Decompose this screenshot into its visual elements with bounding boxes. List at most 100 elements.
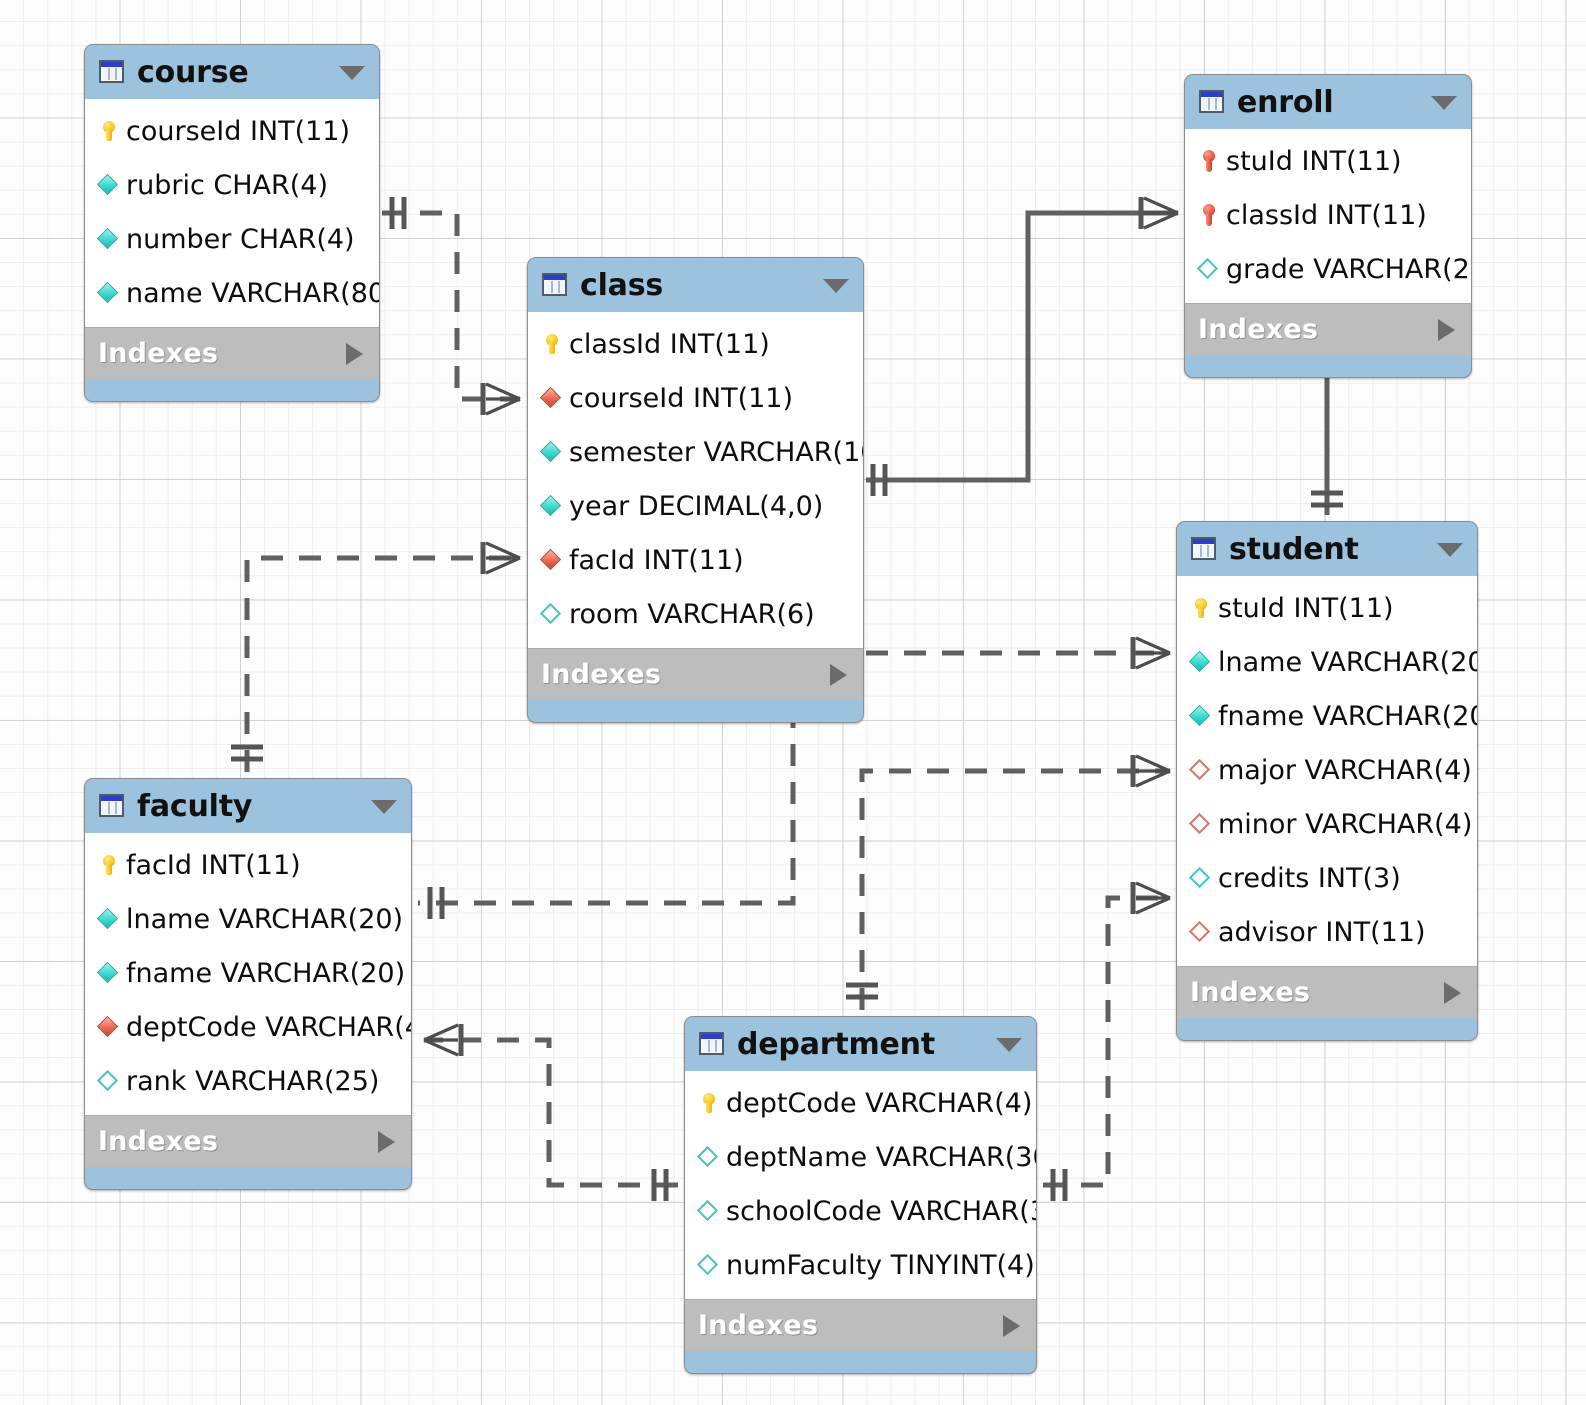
column-row[interactable]: fname VARCHAR(20) (1177, 689, 1477, 743)
indexes-bar-department[interactable]: Indexes (685, 1299, 1036, 1351)
column-row[interactable]: classId INT(11) (1185, 188, 1471, 242)
column-label: facId INT(11) (126, 849, 301, 881)
column-label: name VARCHAR(80) (126, 277, 380, 309)
nullable-column-icon (96, 1068, 122, 1094)
table-icon (98, 59, 126, 85)
column-row[interactable]: rubric CHAR(4) (85, 158, 379, 212)
chevron-right-icon[interactable] (830, 663, 847, 686)
chevron-down-icon[interactable] (996, 1038, 1022, 1052)
column-label: facId INT(11) (569, 544, 744, 576)
chevron-down-icon[interactable] (1437, 543, 1463, 557)
column-label: courseId INT(11) (126, 115, 351, 147)
column-icon (96, 280, 122, 306)
column-row[interactable]: fname VARCHAR(20) (85, 946, 411, 1000)
column-icon (96, 226, 122, 252)
table-box-student[interactable]: student stuId INT(11) lname VARCHAR(20) fna… (1176, 521, 1478, 1041)
indexes-bar-course[interactable]: Indexes (85, 327, 379, 379)
table-title: class (580, 267, 664, 303)
column-label: fname VARCHAR(20) (126, 957, 406, 989)
table-header-class[interactable]: class (528, 258, 863, 312)
column-row[interactable]: numFaculty TINYINT(4) (685, 1238, 1036, 1292)
nullable-foreign-key-icon (1188, 919, 1214, 945)
table-box-department[interactable]: department deptCode VARCHAR(4) deptName VA… (684, 1016, 1037, 1374)
column-list: deptCode VARCHAR(4) deptName VARCHAR(30) s… (685, 1071, 1036, 1299)
column-row[interactable]: rank VARCHAR(25) (85, 1054, 411, 1108)
chevron-right-icon[interactable] (1444, 981, 1461, 1004)
column-row[interactable]: schoolCode VARCHAR(3) (685, 1184, 1036, 1238)
column-row[interactable]: year DECIMAL(4,0) (528, 479, 863, 533)
table-header-department[interactable]: department (685, 1017, 1036, 1071)
table-footer (1185, 355, 1471, 377)
chevron-right-icon[interactable] (346, 342, 363, 365)
table-icon (541, 272, 569, 298)
foreign-key-icon (539, 385, 565, 411)
table-box-faculty[interactable]: faculty facId INT(11) lname VARCHAR(20) fna… (84, 778, 412, 1190)
column-row[interactable]: lname VARCHAR(20) (1177, 635, 1477, 689)
table-icon (1198, 89, 1226, 115)
table-footer (685, 1351, 1036, 1373)
column-list: classId INT(11) courseId INT(11) semester … (528, 312, 863, 648)
column-row[interactable]: courseId INT(11) (528, 371, 863, 425)
column-label: year DECIMAL(4,0) (569, 490, 824, 522)
chevron-down-icon[interactable] (371, 800, 397, 814)
table-header-enroll[interactable]: enroll (1185, 75, 1471, 129)
column-label: deptName VARCHAR(30) (726, 1141, 1037, 1173)
nullable-column-icon (696, 1144, 722, 1170)
indexes-label: Indexes (98, 1126, 219, 1157)
indexes-bar-class[interactable]: Indexes (528, 648, 863, 700)
column-label: fname VARCHAR(20) (1218, 700, 1478, 732)
table-box-enroll[interactable]: enroll stuId INT(11) classId INT(11) grade … (1184, 74, 1472, 378)
column-icon (96, 960, 122, 986)
column-row[interactable]: grade VARCHAR(2) (1185, 242, 1471, 296)
indexes-label: Indexes (1190, 977, 1311, 1008)
table-title: department (737, 1026, 935, 1062)
column-row[interactable]: deptCode VARCHAR(4) (85, 1000, 411, 1054)
column-row[interactable]: semester VARCHAR(10) (528, 425, 863, 479)
column-row[interactable]: number CHAR(4) (85, 212, 379, 266)
indexes-bar-enroll[interactable]: Indexes (1185, 303, 1471, 355)
column-row[interactable]: facId INT(11) (85, 838, 411, 892)
chevron-right-icon[interactable] (1003, 1314, 1020, 1337)
table-header-faculty[interactable]: faculty (85, 779, 411, 833)
table-box-course[interactable]: course courseId INT(11) rubric CHAR(4) numb… (84, 44, 380, 402)
table-header-student[interactable]: student (1177, 522, 1477, 576)
table-header-course[interactable]: course (85, 45, 379, 99)
indexes-bar-student[interactable]: Indexes (1177, 966, 1477, 1018)
chevron-down-icon[interactable] (823, 279, 849, 293)
column-row[interactable]: room VARCHAR(6) (528, 587, 863, 641)
table-icon (1190, 536, 1218, 562)
column-icon (96, 172, 122, 198)
column-row[interactable]: name VARCHAR(80) (85, 266, 379, 320)
table-title: student (1229, 531, 1359, 567)
table-box-class[interactable]: class classId INT(11) courseId INT(11) seme… (527, 257, 864, 723)
primary-key-icon (696, 1090, 722, 1116)
indexes-label: Indexes (98, 338, 219, 369)
column-row[interactable]: major VARCHAR(4) (1177, 743, 1477, 797)
column-row[interactable]: deptCode VARCHAR(4) (685, 1076, 1036, 1130)
eer-diagram-canvas[interactable]: course courseId INT(11) rubric CHAR(4) numb… (0, 0, 1586, 1405)
chevron-right-icon[interactable] (378, 1130, 395, 1153)
column-row[interactable]: advisor INT(11) (1177, 905, 1477, 959)
nullable-column-icon (1196, 256, 1222, 282)
column-row[interactable]: courseId INT(11) (85, 104, 379, 158)
foreign-key-icon (539, 547, 565, 573)
column-row[interactable]: credits INT(3) (1177, 851, 1477, 905)
column-row[interactable]: classId INT(11) (528, 317, 863, 371)
column-label: numFaculty TINYINT(4) (726, 1249, 1035, 1281)
chevron-right-icon[interactable] (1438, 318, 1455, 341)
table-icon (98, 793, 126, 819)
column-row[interactable]: facId INT(11) (528, 533, 863, 587)
chevron-down-icon[interactable] (339, 66, 365, 80)
column-list: stuId INT(11) lname VARCHAR(20) fname VARC… (1177, 576, 1477, 966)
chevron-down-icon[interactable] (1431, 96, 1457, 110)
primary-key-icon (96, 118, 122, 144)
primary-key-icon (96, 852, 122, 878)
column-row[interactable]: deptName VARCHAR(30) (685, 1130, 1036, 1184)
column-row[interactable]: stuId INT(11) (1177, 581, 1477, 635)
column-row[interactable]: stuId INT(11) (1185, 134, 1471, 188)
column-label: major VARCHAR(4) (1218, 754, 1472, 786)
column-row[interactable]: minor VARCHAR(4) (1177, 797, 1477, 851)
indexes-bar-faculty[interactable]: Indexes (85, 1115, 411, 1167)
column-row[interactable]: lname VARCHAR(20) (85, 892, 411, 946)
table-title: course (137, 54, 249, 90)
